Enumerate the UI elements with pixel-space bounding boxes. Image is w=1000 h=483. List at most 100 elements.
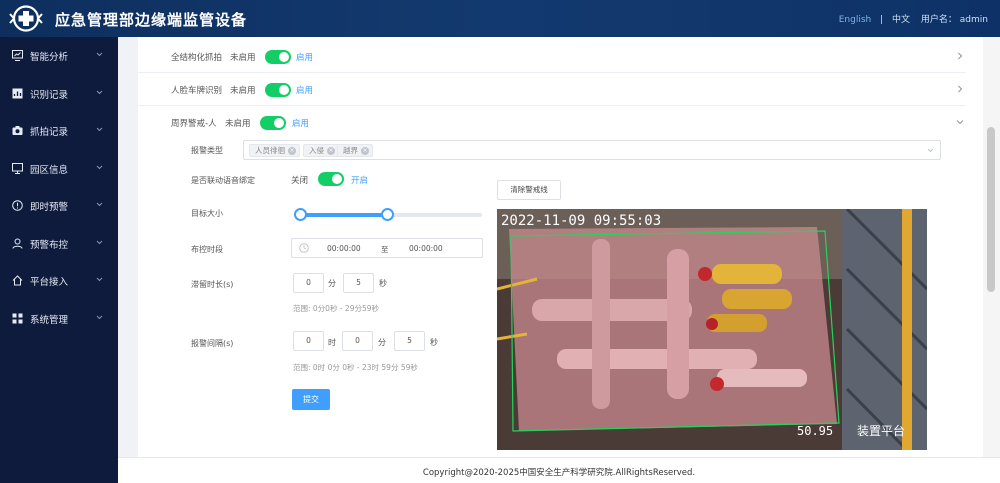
chevron-down-icon bbox=[96, 52, 103, 57]
camera-frame-image: 2022-11-09 09:55:03 50.95 装置平台 bbox=[497, 209, 927, 450]
user-icon bbox=[12, 238, 23, 249]
row-status: 未启用 bbox=[230, 86, 256, 96]
chevron-down-icon[interactable] bbox=[956, 118, 964, 126]
enable-switch[interactable] bbox=[265, 83, 291, 97]
alert-circle-icon bbox=[12, 200, 23, 211]
chevron-down-icon bbox=[96, 240, 103, 244]
slider-fill bbox=[300, 213, 388, 217]
chevron-right-icon[interactable] bbox=[956, 85, 964, 93]
lang-english-link[interactable]: English bbox=[839, 15, 872, 25]
user-label: 用户名： bbox=[920, 15, 957, 25]
slider-handle-min[interactable] bbox=[293, 208, 307, 221]
enable-switch[interactable] bbox=[260, 116, 286, 130]
sidebar-item-system[interactable]: 系统管理 bbox=[0, 300, 118, 338]
sidebar-item-snapshots[interactable]: 抓拍记录 bbox=[0, 112, 118, 150]
alarm-tag: 人员徘徊 × bbox=[249, 144, 300, 157]
sidebar-item-park-info[interactable]: 园区信息 bbox=[0, 150, 118, 188]
time-end[interactable]: 00:00:00 bbox=[409, 244, 443, 253]
page-scrollbar[interactable] bbox=[983, 37, 1000, 457]
sidebar-item-label: 智能分析 bbox=[30, 52, 69, 63]
slider-handle-max[interactable] bbox=[380, 208, 394, 221]
sidebar-item-label: 抓拍记录 bbox=[30, 127, 69, 138]
top-header: 应急管理部边缘端监管设备 English | 中文 用户名： admin bbox=[0, 0, 1000, 37]
sidebar: 智能分析 识别记录 抓拍记录 园区信息 即时预警 预警布控 平台接入 系统管理 bbox=[0, 37, 118, 483]
video-timestamp: 2022-11-09 09:55:03 bbox=[501, 213, 661, 229]
minutes-unit: 分 bbox=[328, 279, 336, 288]
hours-unit: 时 bbox=[328, 338, 336, 347]
schedule-time-range[interactable]: 00:00:00 至 00:00:00 bbox=[291, 238, 483, 258]
minutes-unit: 分 bbox=[378, 338, 386, 347]
sidebar-item-platform-access[interactable]: 平台接入 bbox=[0, 262, 118, 300]
tag-close-icon[interactable]: × bbox=[361, 147, 369, 155]
username[interactable]: admin bbox=[960, 15, 988, 25]
alarm-type-select[interactable]: 人员徘徊 × 入侵 × 越界 × bbox=[243, 140, 941, 160]
stay-seconds-input[interactable]: 5 bbox=[343, 273, 374, 293]
voice-link-switch[interactable] bbox=[318, 172, 344, 186]
stay-duration-label: 滞留时长(s) bbox=[191, 280, 234, 289]
interval-minutes-input[interactable]: 0 bbox=[342, 331, 373, 351]
chevron-down-icon bbox=[96, 315, 103, 319]
time-start[interactable]: 00:00:00 bbox=[327, 244, 361, 253]
monitor-icon bbox=[12, 50, 23, 61]
seconds-unit: 秒 bbox=[430, 338, 438, 347]
row-label: 人脸车牌识别 bbox=[171, 86, 223, 96]
interval-seconds-input[interactable]: 5 bbox=[394, 331, 425, 351]
screen-icon bbox=[12, 162, 23, 174]
grid-icon bbox=[12, 313, 23, 323]
video-location: 装置平台 bbox=[857, 423, 905, 438]
camera-video-feed[interactable]: 2022-11-09 09:55:03 50.95 装置平台 bbox=[497, 209, 927, 450]
interval-range-hint: 范围: 0时 0分 0秒 - 23时 59分 59秒 bbox=[293, 363, 418, 372]
seconds-unit: 秒 bbox=[379, 279, 387, 288]
row-label: 全结构化抓拍 bbox=[171, 53, 223, 63]
sidebar-item-instant-alert[interactable]: 即时预警 bbox=[0, 187, 118, 225]
lang-chinese-link[interactable]: 中文 bbox=[892, 12, 910, 25]
sidebar-item-label: 识别记录 bbox=[30, 89, 69, 101]
settings-card: 全结构化抓拍 未启用 启用 人脸车牌识别 未启用 启用 周界警戒-人 未启用 启… bbox=[138, 37, 986, 457]
row-status: 未启用 bbox=[230, 53, 256, 63]
home-icon bbox=[12, 275, 23, 286]
row-face-plate[interactable]: 人脸车牌识别 未启用 启用 bbox=[138, 73, 966, 106]
stay-minutes-input[interactable]: 0 bbox=[293, 273, 324, 293]
app-title: 应急管理部边缘端监管设备 bbox=[55, 11, 248, 29]
target-size-label: 目标大小 bbox=[191, 209, 223, 218]
sidebar-item-records[interactable]: 识别记录 bbox=[0, 75, 118, 113]
sidebar-item-analysis[interactable]: 智能分析 bbox=[0, 37, 118, 75]
switch-on-label: 启用 bbox=[292, 119, 310, 129]
voice-on-label: 开启 bbox=[351, 176, 369, 186]
tag-close-icon[interactable]: × bbox=[327, 147, 335, 155]
row-status: 未启用 bbox=[225, 119, 251, 129]
row-perimeter-person[interactable]: 周界警戒-人 未启用 启用 bbox=[138, 106, 966, 139]
tag-close-icon[interactable]: × bbox=[288, 147, 296, 155]
scrollbar-thumb[interactable] bbox=[987, 127, 995, 292]
sidebar-item-label: 预警布控 bbox=[30, 239, 69, 251]
chevron-right-icon[interactable] bbox=[956, 52, 964, 60]
tag-text: 人员徘徊 bbox=[255, 146, 285, 155]
header-actions: English | 中文 用户名： admin bbox=[839, 12, 988, 25]
switch-on-label: 启用 bbox=[296, 86, 314, 96]
copyright-text: Copyright@2020-2025中国安全生产科学研究院.AllRights… bbox=[422, 468, 696, 478]
chevron-down-icon bbox=[96, 277, 103, 282]
enable-switch[interactable] bbox=[265, 50, 291, 64]
alarm-tag: 入侵 × bbox=[303, 144, 339, 157]
video-value: 50.95 bbox=[797, 424, 833, 438]
sidebar-item-label: 即时预警 bbox=[30, 202, 69, 213]
stay-range-hint: 范围: 0分0秒 - 29分59秒 bbox=[293, 304, 380, 313]
chevron-down-icon bbox=[927, 148, 934, 153]
alarm-tag: 越界 × bbox=[337, 144, 373, 157]
chevron-down-icon bbox=[96, 127, 103, 132]
voice-off-label: 关闭 bbox=[291, 176, 309, 186]
alarm-type-label: 报警类型 bbox=[191, 146, 223, 155]
row-structured-capture[interactable]: 全结构化抓拍 未启用 启用 bbox=[138, 40, 966, 73]
tag-text: 入侵 bbox=[309, 146, 324, 155]
target-size-slider[interactable] bbox=[293, 208, 482, 221]
interval-hours-input[interactable]: 0 bbox=[293, 331, 324, 351]
clear-line-button[interactable]: 清除警戒线 bbox=[497, 180, 561, 200]
lang-separator: | bbox=[880, 15, 884, 25]
sidebar-item-alert-control[interactable]: 预警布控 bbox=[0, 225, 118, 263]
schedule-label: 布控时段 bbox=[191, 245, 223, 254]
camera-icon bbox=[12, 126, 23, 135]
switch-on-label: 启用 bbox=[296, 53, 314, 63]
sidebar-item-label: 平台接入 bbox=[30, 277, 69, 288]
sidebar-item-label: 系统管理 bbox=[30, 314, 69, 326]
submit-button[interactable]: 提交 bbox=[292, 389, 330, 410]
